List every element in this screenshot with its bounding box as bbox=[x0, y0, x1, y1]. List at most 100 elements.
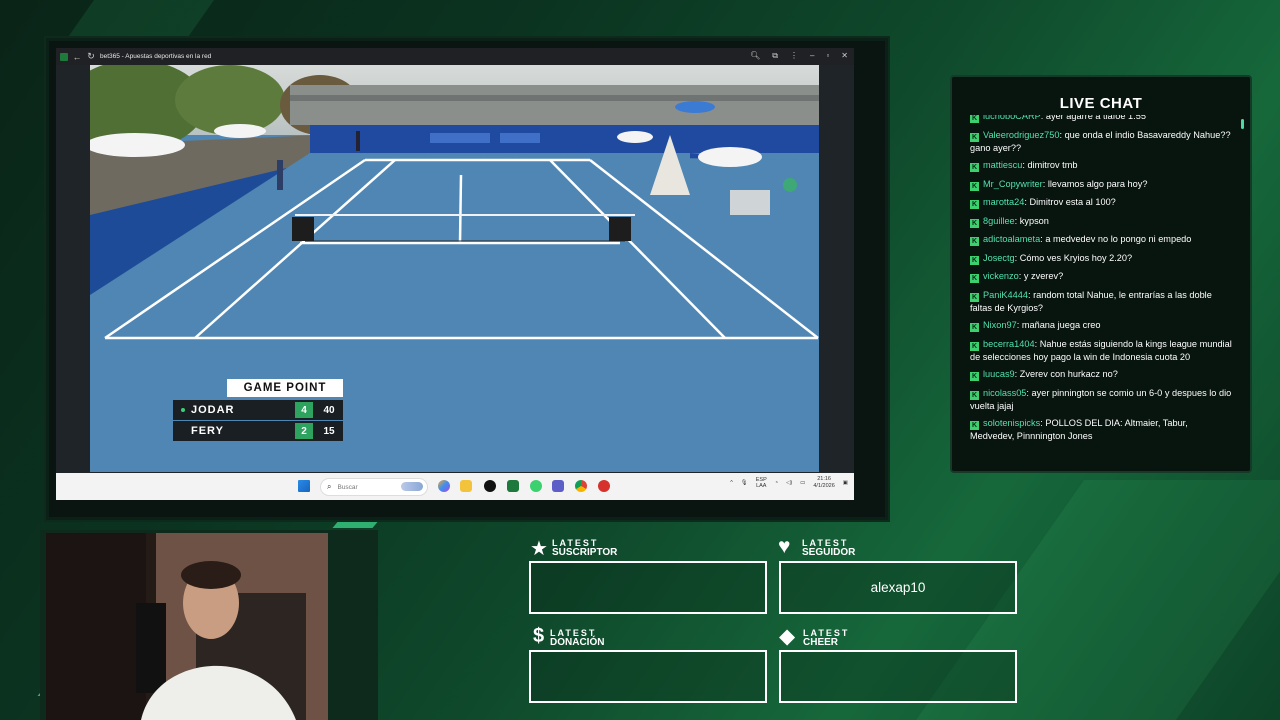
windows-taskbar: ⌕ Buscar ^ 🎙︎ ESP LAA ◔ ◁) ▭ 21:16 4/1/2… bbox=[56, 473, 854, 500]
user-badge-icon: K bbox=[970, 132, 979, 142]
chat-message: Ksolotenispicks: POLLOS DEL DIA: Altmaie… bbox=[970, 418, 1188, 441]
taskbar-search-input[interactable]: ⌕ Buscar bbox=[320, 478, 428, 496]
copilot-icon[interactable] bbox=[438, 480, 450, 492]
chat-title: LIVE CHAT bbox=[1059, 95, 1143, 112]
serving-indicator-icon bbox=[181, 429, 185, 433]
alert-big-text: CHEER bbox=[803, 637, 839, 648]
tab-title: bet365 - Apuestas deportivas en la red bbox=[100, 53, 212, 60]
chat-message: K 8guillee: kypson bbox=[970, 215, 1049, 228]
latest-seguidor-box: alexap10 bbox=[779, 561, 1017, 614]
page-margin-left bbox=[56, 65, 90, 472]
notifications-icon[interactable]: ▣ bbox=[843, 480, 848, 486]
user-badge-icon: K bbox=[970, 163, 979, 172]
chat-username[interactable]: Mr_Copywriter bbox=[983, 179, 1043, 189]
scoreboard: GAME POINT JODAR 4 40 FERY 2 15 bbox=[173, 379, 343, 443]
tray-chevron-icon[interactable]: ^ bbox=[730, 480, 733, 486]
chat-username[interactable]: mattiescu bbox=[983, 160, 1022, 170]
webcam-decoration bbox=[332, 522, 378, 528]
chat-message: KluchoboCARP: ayer agarre a tiafoe 1.55 bbox=[970, 115, 1232, 123]
chat-message: Kvickenzo: y zverev? bbox=[970, 271, 1064, 283]
user-badge-icon: K bbox=[970, 237, 979, 246]
clock-date: 4/1/2026 bbox=[813, 483, 835, 489]
language-indicator[interactable]: ESP LAA bbox=[756, 477, 767, 489]
search-icon: ⌕ bbox=[327, 482, 332, 491]
player-points: 15 bbox=[323, 425, 335, 437]
search-highlight-icon bbox=[401, 482, 423, 491]
user-badge-icon: K bbox=[970, 421, 979, 430]
system-tray: ^ 🎙︎ ESP LAA ◔ ◁) ▭ 21:16 4/1/2026 ▣ bbox=[730, 476, 848, 490]
user-badge-icon: K bbox=[970, 200, 979, 209]
heart-icon: ♥ bbox=[778, 535, 791, 558]
chat-username[interactable]: luucas9 bbox=[983, 369, 1015, 379]
chat-message: Kluucas9: Zverev con hurkacz no? bbox=[970, 369, 1118, 381]
chat-username[interactable]: luchoboCARP bbox=[983, 115, 1041, 121]
serving-indicator-icon bbox=[181, 408, 185, 412]
chat-username[interactable]: PaniK4444 bbox=[983, 290, 1028, 300]
chat-username[interactable]: nicolass05 bbox=[983, 388, 1026, 398]
close-icon[interactable]: ✕ bbox=[841, 51, 848, 61]
chat-scrollbar[interactable] bbox=[1241, 119, 1244, 129]
chat-username[interactable]: becerra1404 bbox=[983, 339, 1035, 349]
teams-icon[interactable] bbox=[552, 480, 564, 492]
player-name: JODAR bbox=[191, 404, 235, 416]
zoom-icon[interactable]: 🔍︎ bbox=[750, 51, 760, 61]
maximize-icon[interactable]: ▫ bbox=[826, 51, 829, 61]
latest-cheer-label: LATEST CHEER bbox=[803, 629, 849, 648]
player-games: 4 bbox=[295, 402, 313, 418]
chat-message: K Nixon97: mañana juega creo bbox=[970, 320, 1101, 332]
chat-username[interactable]: 8guillee bbox=[983, 216, 1015, 226]
chat-message: Knicolass05: ayer pinnington se comio un… bbox=[970, 387, 1232, 411]
chat-username[interactable]: vickenzo bbox=[983, 271, 1019, 281]
star-icon: ★ bbox=[530, 538, 548, 560]
back-arrow-icon[interactable]: ← bbox=[72, 52, 82, 62]
alert-big-text: SEGUIDOR bbox=[802, 547, 856, 558]
battery-icon[interactable]: ▭ bbox=[800, 480, 805, 486]
user-badge-icon: K bbox=[970, 181, 979, 191]
game-point-banner: GAME POINT bbox=[227, 379, 343, 397]
chat-username[interactable]: marotta24 bbox=[983, 197, 1024, 207]
tiktok-icon[interactable] bbox=[484, 480, 496, 492]
windows-start-icon[interactable] bbox=[298, 480, 310, 492]
user-badge-icon: K bbox=[970, 255, 979, 265]
chat-username[interactable]: Valeerodriguez750 bbox=[983, 130, 1059, 140]
alert-big-text: DONACIÓN bbox=[550, 637, 605, 648]
clock[interactable]: 21:16 4/1/2026 bbox=[813, 476, 834, 490]
chat-text: Zverev con hurkacz no? bbox=[1019, 369, 1118, 379]
microphone-icon[interactable]: 🎙︎ bbox=[741, 480, 748, 486]
wifi-icon[interactable]: ◔ bbox=[775, 480, 778, 486]
latest-seguidor-label: LATEST SEGUIDOR bbox=[802, 539, 856, 558]
file-explorer-icon[interactable] bbox=[460, 480, 472, 492]
chat-message-list: KluchoboCARP: ayer agarre a tiafoe 1.55 K… bbox=[970, 115, 1232, 465]
chat-text: mañana juega creo bbox=[1021, 320, 1101, 330]
scoreboard-row-player1: JODAR 4 40 bbox=[173, 400, 343, 420]
chat-username[interactable]: Josectg bbox=[983, 253, 1015, 263]
menu-dots-icon[interactable]: ⋮ bbox=[790, 51, 798, 61]
user-badge-icon: K bbox=[970, 323, 979, 332]
minimize-icon[interactable]: – bbox=[810, 51, 814, 61]
chat-text: a medvedev no lo pongo ni empedo bbox=[1045, 234, 1192, 244]
app-red-icon[interactable] bbox=[598, 480, 610, 492]
chat-username[interactable]: adictoalameta bbox=[983, 234, 1040, 244]
page-margin-right bbox=[819, 65, 854, 472]
volume-icon[interactable]: ◁) bbox=[786, 480, 792, 486]
chat-message: Kbecerra1404: Nahue estás siguiendo la k… bbox=[970, 338, 1232, 362]
chat-username[interactable]: solotenispicks bbox=[983, 418, 1040, 428]
whatsapp-icon[interactable] bbox=[530, 480, 542, 492]
tennis-video-stream[interactable]: GAME POINT JODAR 4 40 FERY 2 15 bbox=[90, 65, 819, 472]
search-placeholder: Buscar bbox=[337, 483, 358, 491]
latest-suscriptor-box bbox=[529, 561, 767, 614]
extension-icon[interactable]: ⧉ bbox=[772, 51, 778, 61]
chat-username[interactable]: Nixon97 bbox=[983, 320, 1017, 330]
user-badge-icon: K bbox=[970, 341, 979, 351]
user-badge-icon: K bbox=[970, 372, 979, 381]
chat-message: K Valeerodriguez750: que onda el indio Ba… bbox=[970, 129, 1231, 153]
reload-icon[interactable]: ↻ bbox=[86, 51, 96, 62]
latest-suscriptor-label: LATEST SUSCRIPTOR bbox=[552, 539, 617, 558]
sheets-icon[interactable] bbox=[507, 480, 519, 492]
browser-titlebar: ← ↻ bet365 - Apuestas deportivas en la r… bbox=[56, 48, 854, 65]
chat-text: y zverev? bbox=[1023, 271, 1064, 281]
live-chat-panel: LIVE CHAT KluchoboCARP: ayer agarre a ti… bbox=[950, 75, 1252, 473]
user-badge-icon: K bbox=[970, 292, 979, 302]
dollar-icon: $ bbox=[533, 625, 545, 647]
chrome-icon[interactable] bbox=[575, 480, 587, 492]
